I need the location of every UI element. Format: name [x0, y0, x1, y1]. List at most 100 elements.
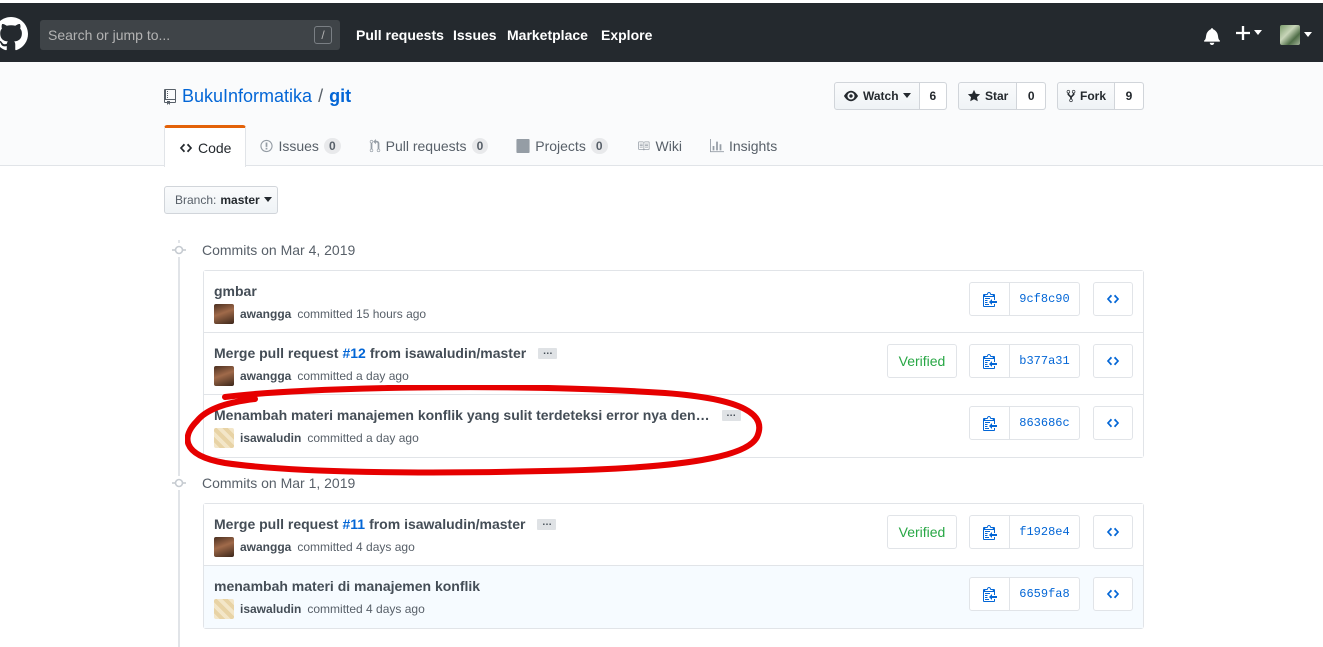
search-shortcut-hint: / — [314, 26, 332, 44]
graph-icon — [709, 138, 724, 152]
browse-repo-button[interactable] — [1093, 282, 1133, 316]
commit-sha-link[interactable]: b377a31 — [1010, 345, 1079, 377]
avatar[interactable] — [214, 366, 234, 386]
browse-repo-button[interactable] — [1093, 406, 1133, 440]
commit-message-text[interactable]: from isawaludin/master — [370, 345, 526, 361]
code-icon — [1106, 589, 1120, 599]
sha-button-group: 863686c — [969, 406, 1080, 440]
commit-author[interactable]: awangga — [240, 307, 291, 321]
repo-name-link[interactable]: git — [329, 86, 351, 107]
tab-issues[interactable]: Issues 0 — [246, 125, 354, 166]
bell-icon[interactable] — [1204, 27, 1220, 45]
fork-button[interactable]: Fork — [1058, 83, 1116, 109]
nav-issues[interactable]: Issues — [453, 27, 497, 43]
commit-message[interactable]: Merge pull request #12 from isawaludin/m… — [214, 345, 558, 361]
copy-sha-button[interactable] — [970, 283, 1010, 315]
branch-selector[interactable]: Branch: master — [164, 186, 278, 214]
copy-sha-button[interactable] — [970, 345, 1010, 377]
commit-group-title: Commits on Mar 1, 2019 — [202, 475, 356, 491]
watch-count[interactable]: 6 — [919, 83, 946, 109]
user-menu[interactable] — [1280, 25, 1312, 45]
clippy-icon — [982, 525, 997, 540]
star-count[interactable]: 0 — [1017, 83, 1045, 109]
tab-label: Projects — [535, 137, 586, 154]
commit-message-text[interactable]: gmbar — [214, 283, 257, 299]
star-button[interactable]: Star — [959, 83, 1018, 109]
browse-repo-button[interactable] — [1093, 344, 1133, 378]
avatar[interactable] — [214, 428, 234, 448]
plus-icon — [1236, 26, 1250, 40]
repo-owner-link[interactable]: BukuInformatika — [182, 86, 312, 107]
commit-sha-link[interactable]: 9cf8c90 — [1010, 283, 1079, 315]
commit-meta: isawaludin committed a day ago — [214, 428, 419, 448]
projects-counter: 0 — [590, 137, 608, 154]
nav-pull-requests[interactable]: Pull requests — [356, 27, 444, 43]
star-button-group: Star 0 — [958, 82, 1046, 110]
commit-message-text[interactable]: from isawaludin/master — [369, 516, 525, 532]
github-logo-icon[interactable] — [0, 17, 28, 51]
watch-label: Watch — [863, 89, 899, 103]
browse-repo-button[interactable] — [1093, 515, 1133, 549]
tab-pull-requests[interactable]: Pull requests 0 — [355, 125, 503, 166]
fork-count[interactable]: 9 — [1115, 83, 1143, 109]
expand-ellipsis-button[interactable]: … — [538, 346, 558, 359]
commit-message-text[interactable]: Merge pull request — [214, 516, 338, 532]
commit-group: gmbar awangga committed 15 hours ago 9cf… — [203, 270, 1144, 458]
commit-message-text[interactable]: menambah materi di manajemen konflik — [214, 578, 480, 594]
expand-ellipsis-button[interactable]: … — [537, 517, 557, 530]
issue-link[interactable]: #11 — [342, 516, 365, 532]
avatar — [1280, 25, 1300, 45]
code-icon — [1106, 418, 1120, 428]
create-new-menu[interactable] — [1236, 26, 1262, 40]
branch-value: master — [220, 193, 260, 207]
avatar[interactable] — [214, 537, 234, 557]
pull-requests-counter: 0 — [471, 137, 489, 154]
tab-projects[interactable]: Projects 0 — [502, 125, 621, 166]
issue-icon — [260, 139, 274, 152]
caret-down-icon — [902, 93, 911, 98]
commit-message-text[interactable]: Merge pull request — [214, 345, 338, 361]
commit-time: committed 15 hours ago — [297, 307, 427, 321]
commit-author[interactable]: awangga — [240, 540, 291, 554]
issues-counter: 0 — [323, 137, 341, 154]
copy-sha-button[interactable] — [970, 578, 1010, 610]
copy-sha-button[interactable] — [970, 407, 1010, 439]
expand-ellipsis-button[interactable]: … — [721, 408, 741, 421]
search-input[interactable] — [48, 20, 308, 50]
commit-message-text[interactable]: Menambah materi manajemen konflik yang s… — [214, 407, 710, 423]
browse-repo-button[interactable] — [1093, 577, 1133, 611]
avatar[interactable] — [214, 304, 234, 324]
commit-time: committed 4 days ago — [297, 540, 415, 554]
tab-wiki[interactable]: Wiki — [622, 125, 696, 166]
avatar[interactable] — [214, 599, 234, 619]
sha-button-group: 9cf8c90 — [969, 282, 1080, 316]
commit-message[interactable]: Merge pull request #11 from isawaludin/m… — [214, 516, 557, 532]
issue-link[interactable]: #12 — [342, 345, 365, 361]
tab-label: Code — [198, 139, 232, 156]
nav-explore[interactable]: Explore — [601, 27, 652, 43]
commit-author[interactable]: awangga — [240, 369, 291, 383]
watch-button[interactable]: Watch — [835, 83, 920, 109]
star-label: Star — [985, 89, 1009, 103]
commit-sha-link[interactable]: 6659fa8 — [1010, 578, 1079, 610]
code-icon — [1106, 527, 1120, 537]
commit-sha-link[interactable]: 863686c — [1010, 407, 1079, 439]
verified-badge[interactable]: Verified — [887, 515, 957, 549]
code-icon — [179, 143, 193, 152]
commit-sha-link[interactable]: f1928e4 — [1010, 516, 1079, 548]
commit-author[interactable]: isawaludin — [240, 431, 301, 445]
commit-author[interactable]: isawaludin — [240, 602, 301, 616]
nav-marketplace[interactable]: Marketplace — [507, 27, 588, 43]
commit-message[interactable]: Menambah materi manajemen konflik yang s… — [214, 407, 741, 423]
tab-insights[interactable]: Insights — [696, 125, 791, 166]
global-search[interactable]: / — [40, 20, 340, 50]
clippy-icon — [982, 587, 997, 602]
commit-message[interactable]: menambah materi di manajemen konflik — [214, 578, 480, 594]
copy-sha-button[interactable] — [970, 516, 1010, 548]
repo-header: BukuInformatika / git Watch 6 Star 0 For… — [0, 62, 1323, 167]
clippy-icon — [982, 354, 997, 369]
tab-code[interactable]: Code — [164, 125, 247, 167]
commit-message[interactable]: gmbar — [214, 283, 257, 299]
verified-badge[interactable]: Verified — [887, 344, 957, 378]
repo-tabs: Code Issues 0 Pull requests 0 Projects 0… — [164, 125, 791, 167]
